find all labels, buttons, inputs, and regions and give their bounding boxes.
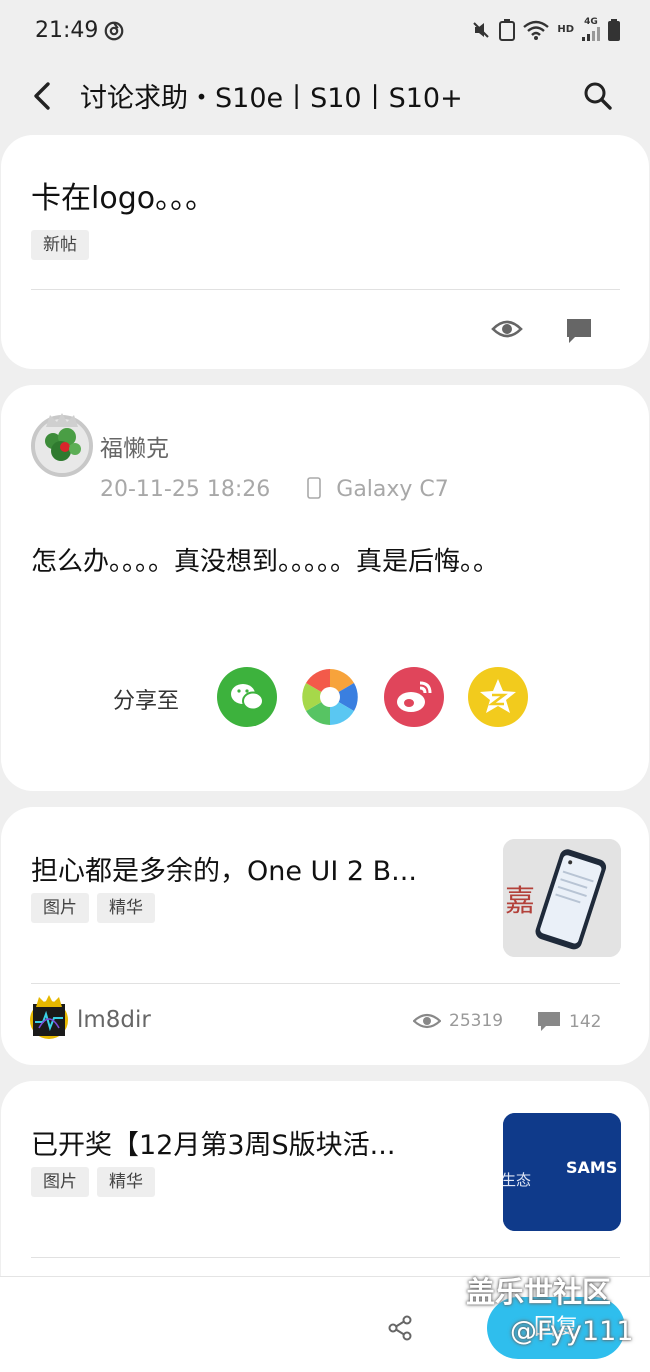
app-notification-icon bbox=[104, 21, 124, 41]
feed-title[interactable]: 担心都是多余的，One UI 2 B... bbox=[31, 849, 417, 888]
thumbnail-side-text: 生态 bbox=[503, 1171, 531, 1189]
device-name: Galaxy C7 bbox=[336, 477, 449, 502]
tag-image: 图片 bbox=[31, 893, 89, 923]
feed-title[interactable]: 已开奖【12月第3周S版块活... bbox=[31, 1123, 395, 1162]
share-wechat-button[interactable] bbox=[217, 667, 277, 727]
network-hd-label: HD bbox=[557, 24, 574, 35]
share-qzone-button[interactable] bbox=[468, 667, 528, 727]
views-stat: 25319 bbox=[413, 1011, 503, 1031]
share-weibo-button[interactable] bbox=[384, 667, 444, 727]
username[interactable]: lm8dir bbox=[77, 1007, 151, 1033]
crown-icon bbox=[46, 413, 78, 427]
reply-card: 福懒克 20-11-25 18:26 Galaxy C7 怎么办。。。。真没想到… bbox=[1, 385, 649, 791]
tag-featured: 精华 bbox=[97, 893, 155, 923]
app-bar: 讨论求助・S10e丨S10丨S10+ bbox=[0, 64, 650, 130]
views-count: 25319 bbox=[449, 1011, 504, 1031]
signal-icon bbox=[582, 27, 600, 41]
share-moments-button[interactable] bbox=[300, 667, 360, 727]
divider bbox=[31, 289, 620, 290]
watermark-text: 盖乐世社区 bbox=[466, 1275, 612, 1309]
avatar-image bbox=[33, 1004, 65, 1036]
crown-icon bbox=[36, 995, 62, 1007]
weibo-icon bbox=[397, 681, 432, 712]
search-icon[interactable] bbox=[580, 78, 616, 114]
avatar-image bbox=[35, 419, 89, 473]
feed-thumbnail[interactable]: 生态 SAMS bbox=[503, 1113, 621, 1231]
comments-count: 142 bbox=[569, 1012, 602, 1032]
wechat-icon bbox=[231, 684, 264, 711]
status-time: 21:49 bbox=[35, 18, 99, 43]
divider bbox=[31, 1257, 620, 1258]
post-meta: 20-11-25 18:26 Galaxy C7 bbox=[100, 477, 449, 502]
moments-icon bbox=[302, 669, 358, 725]
thumbnail-brand-text: SAMS bbox=[566, 1158, 617, 1177]
mute-icon bbox=[473, 21, 490, 38]
thumbnail-image: 嘉 bbox=[503, 839, 621, 957]
post-title: 卡在logo。。。 bbox=[31, 181, 216, 216]
comment-icon bbox=[538, 1012, 560, 1031]
tag-featured: 精华 bbox=[97, 1167, 155, 1197]
feed-card[interactable]: 担心都是多余的，One UI 2 B... 图片 精华 嘉 lm8dir 253… bbox=[1, 807, 649, 1065]
battery-icon bbox=[608, 18, 620, 41]
wifi-icon bbox=[523, 20, 550, 40]
author-name[interactable]: 福懒克 bbox=[100, 429, 169, 463]
share-icon[interactable] bbox=[386, 1314, 414, 1342]
eye-icon[interactable] bbox=[491, 313, 523, 345]
thumbnail-image: 生态 SAMS bbox=[503, 1113, 621, 1231]
watermark-username: @Fyy111 bbox=[510, 1316, 634, 1347]
qzone-icon bbox=[480, 679, 516, 713]
phone-icon bbox=[307, 477, 322, 499]
tag-image: 图片 bbox=[31, 1167, 89, 1197]
post-header-card: 卡在logo。。。 新帖 bbox=[1, 135, 649, 369]
post-tag[interactable]: 新帖 bbox=[31, 230, 89, 260]
reply-content: 怎么办。。。。真没想到。。。。。真是后悔。。 bbox=[31, 547, 500, 577]
back-arrow-icon[interactable] bbox=[24, 76, 64, 116]
feed-thumbnail[interactable]: 嘉 bbox=[503, 839, 621, 957]
status-bar: 21:49 HD 4G bbox=[0, 0, 650, 64]
network-type-label: 4G bbox=[584, 17, 598, 27]
nfc-icon bbox=[499, 18, 516, 41]
page-title: 讨论求助・S10e丨S10丨S10+ bbox=[80, 83, 463, 114]
post-datetime: 20-11-25 18:26 bbox=[100, 477, 271, 502]
comment-icon[interactable] bbox=[563, 315, 595, 347]
share-label: 分享至 bbox=[113, 689, 180, 714]
svg-text:嘉: 嘉 bbox=[505, 884, 535, 919]
divider bbox=[31, 983, 620, 984]
eye-icon bbox=[413, 1013, 441, 1029]
status-icons: HD 4G bbox=[471, 18, 620, 41]
comments-stat: 142 bbox=[537, 1011, 601, 1033]
